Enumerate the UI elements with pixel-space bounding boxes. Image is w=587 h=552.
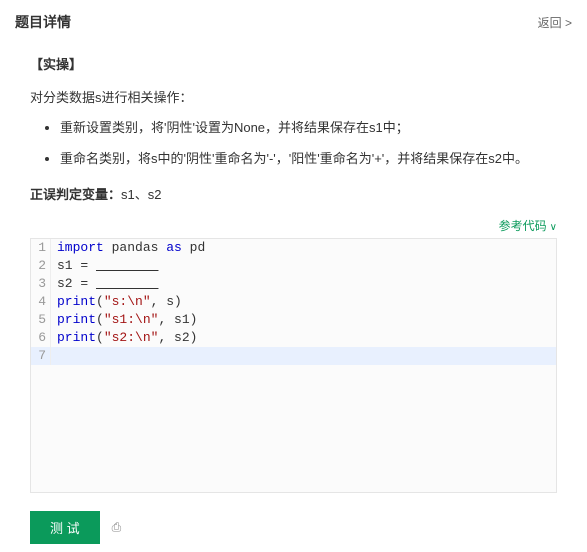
code-line[interactable]: 5print("s1:\n", s1) bbox=[31, 311, 556, 329]
line-content: print("s1:\n", s1) bbox=[51, 311, 197, 329]
verdict-label: 正误判定变量： bbox=[30, 187, 121, 202]
bullet-list: 重新设置类别，将'阴性'设置为None，并将结果保存在s1中； 重命名类别，将s… bbox=[30, 118, 557, 170]
section-label: 【实操】 bbox=[30, 54, 557, 73]
line-content: print("s2:\n", s2) bbox=[51, 329, 197, 347]
code-line[interactable]: 7 bbox=[31, 347, 556, 365]
line-number: 2 bbox=[31, 257, 51, 275]
section-description: 对分类数据s进行相关操作： bbox=[30, 87, 557, 106]
code-line[interactable]: 1import pandas as pd bbox=[31, 239, 556, 257]
verdict-line: 正误判定变量：s1、s2 bbox=[30, 184, 557, 203]
footer: 测 试 ⎙ bbox=[0, 503, 587, 552]
page-title: 题目详情 bbox=[15, 12, 71, 32]
line-content: import pandas as pd bbox=[51, 239, 205, 257]
test-button[interactable]: 测 试 bbox=[30, 511, 100, 544]
content: 【实操】 对分类数据s进行相关操作： 重新设置类别，将'阴性'设置为None，并… bbox=[0, 44, 587, 503]
line-number: 5 bbox=[31, 311, 51, 329]
line-content bbox=[51, 347, 57, 365]
line-number: 3 bbox=[31, 275, 51, 293]
reference-code-toggle[interactable]: 参考代码∨ bbox=[30, 217, 557, 234]
code-line[interactable]: 3s2 = ________ bbox=[31, 275, 556, 293]
line-number: 1 bbox=[31, 239, 51, 257]
line-number: 6 bbox=[31, 329, 51, 347]
code-line[interactable]: 2s1 = ________ bbox=[31, 257, 556, 275]
list-item: 重新设置类别，将'阴性'设置为None，并将结果保存在s1中； bbox=[60, 118, 557, 139]
line-content: s2 = ________ bbox=[51, 275, 158, 293]
back-link[interactable]: 返回 > bbox=[538, 14, 572, 31]
code-line[interactable]: 6print("s2:\n", s2) bbox=[31, 329, 556, 347]
export-icon[interactable]: ⎙ bbox=[112, 520, 122, 535]
chevron-down-icon: ∨ bbox=[550, 222, 557, 233]
code-line[interactable]: 4print("s:\n", s) bbox=[31, 293, 556, 311]
list-item: 重命名类别，将s中的'阴性'重命名为'-'，'阳性'重命名为'+'，并将结果保存… bbox=[60, 149, 557, 170]
line-content: s1 = ________ bbox=[51, 257, 158, 275]
line-number: 7 bbox=[31, 347, 51, 365]
verdict-value: s1、s2 bbox=[121, 187, 161, 202]
reference-code-label: 参考代码 bbox=[499, 219, 547, 233]
line-number: 4 bbox=[31, 293, 51, 311]
line-content: print("s:\n", s) bbox=[51, 293, 182, 311]
header: 题目详情 返回 > bbox=[0, 0, 587, 44]
code-editor[interactable]: 1import pandas as pd2s1 = ________3s2 = … bbox=[30, 238, 557, 493]
